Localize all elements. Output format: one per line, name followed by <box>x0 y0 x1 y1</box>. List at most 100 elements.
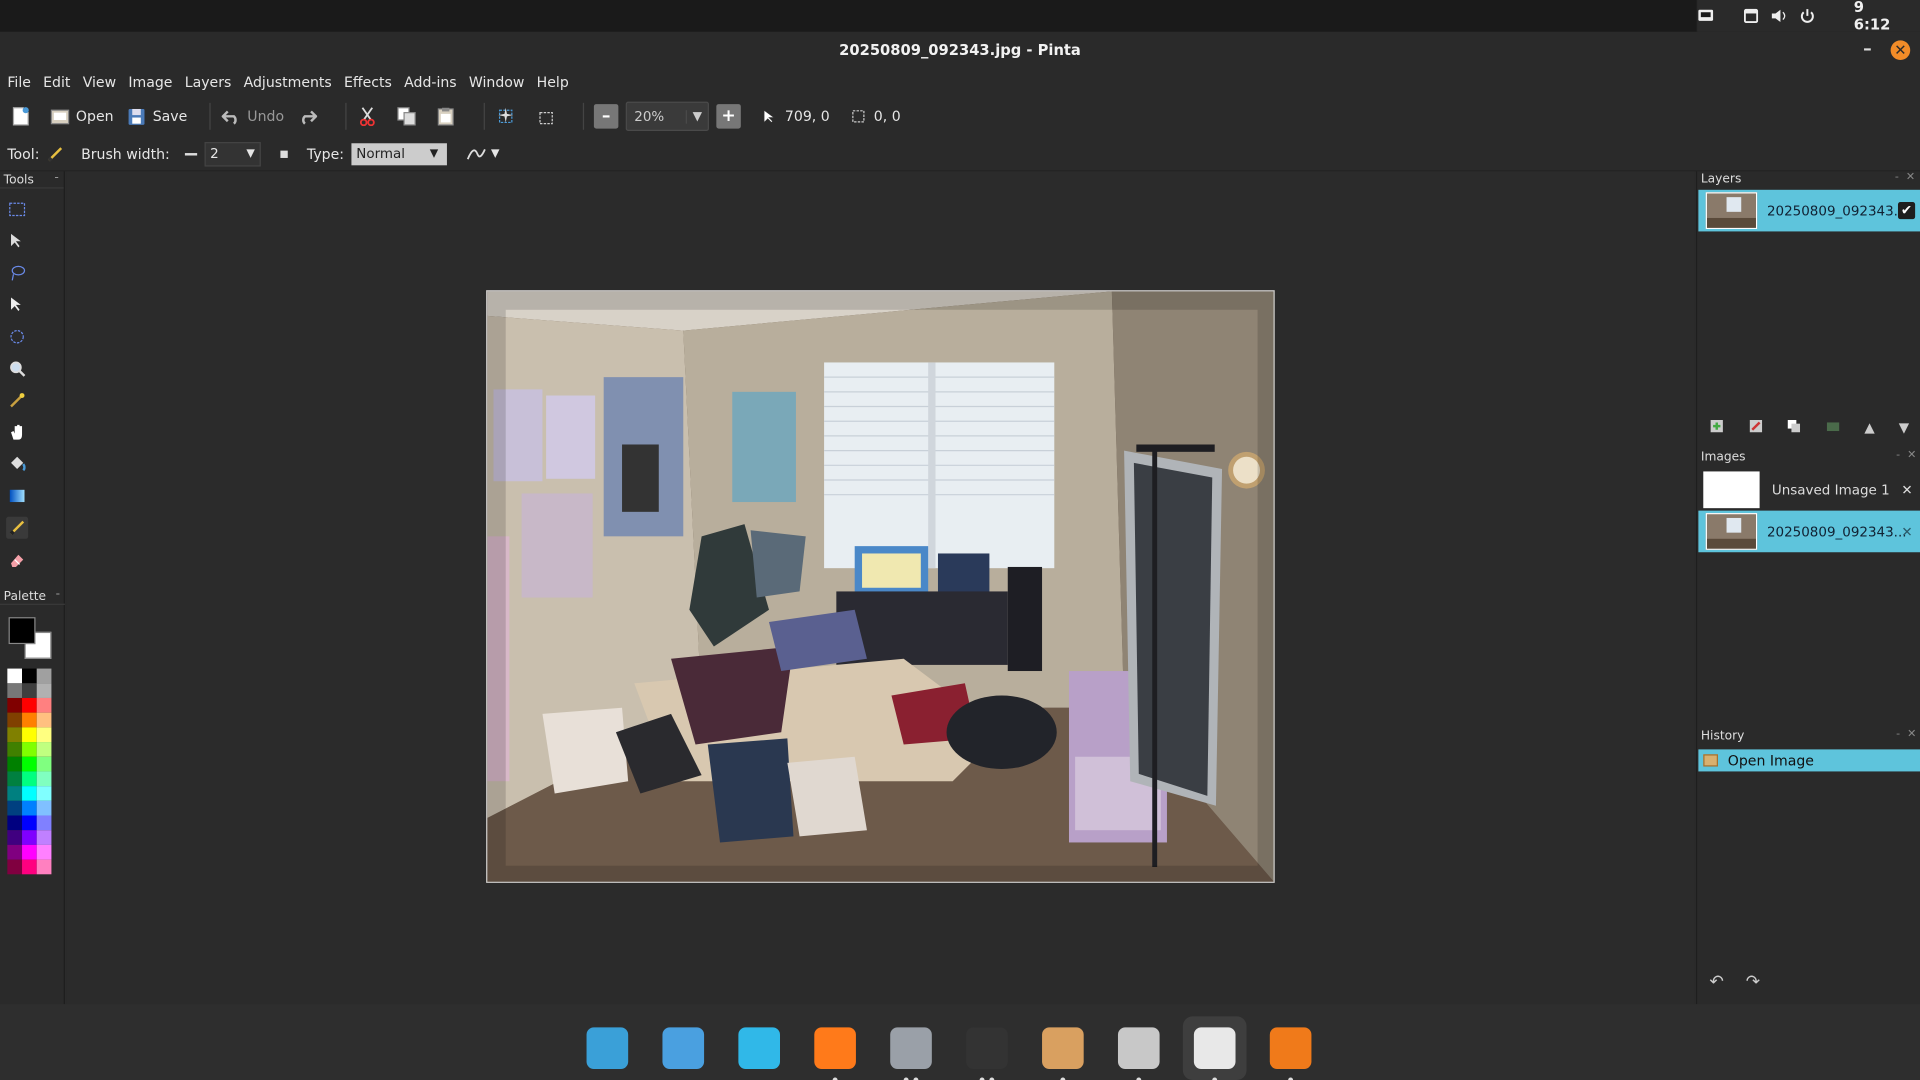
brush-width-increase-icon[interactable] <box>279 150 288 158</box>
palette-swatch[interactable] <box>7 786 23 801</box>
palette-swatch[interactable] <box>7 756 23 772</box>
palette-swatch[interactable] <box>36 683 52 698</box>
palette-swatch[interactable] <box>7 844 23 860</box>
brush-width-decrease-icon[interactable] <box>184 152 197 155</box>
zoom-value[interactable]: 20% <box>627 108 686 124</box>
palette-swatch[interactable] <box>22 859 37 875</box>
dock-item-sublime-text[interactable] <box>1259 1016 1323 1080</box>
palette-swatch[interactable] <box>36 727 52 743</box>
zoom-combo[interactable]: 20% ▼ <box>625 101 709 132</box>
palette-swatch[interactable] <box>36 697 52 713</box>
menu-layers[interactable]: Layers <box>185 73 232 90</box>
zoom-in-button[interactable]: + <box>716 104 741 129</box>
dock-item-settings[interactable] <box>1107 1016 1171 1080</box>
image-canvas[interactable] <box>486 290 1275 883</box>
palette-swatch[interactable] <box>22 668 37 684</box>
dock-item-firefox[interactable] <box>803 1016 867 1080</box>
move-layer-down-icon[interactable]: ▼ <box>1899 419 1909 435</box>
minimize-icon[interactable]: – <box>1859 40 1876 57</box>
eraser-tool-icon[interactable] <box>6 549 28 571</box>
move-selection-tool-icon[interactable] <box>6 294 28 316</box>
palette-swatch[interactable] <box>22 683 37 698</box>
palette-swatch[interactable] <box>7 800 23 816</box>
menu-view[interactable]: View <box>83 73 116 90</box>
palette-swatch[interactable] <box>36 844 52 860</box>
chevron-down-icon[interactable]: ▼ <box>685 109 708 124</box>
new-button[interactable] <box>10 105 37 127</box>
close-image-icon[interactable]: ✕ <box>1901 523 1912 539</box>
gradient-tool-icon[interactable] <box>6 485 28 507</box>
palette-swatch[interactable] <box>36 712 52 728</box>
magic-wand-tool-icon[interactable] <box>6 389 28 411</box>
primary-color-swatch[interactable] <box>8 617 36 645</box>
history-redo-icon[interactable]: ↷ <box>1746 972 1760 992</box>
paste-button[interactable] <box>435 105 462 127</box>
cut-button[interactable] <box>356 105 383 127</box>
palette-swatch[interactable] <box>7 742 23 757</box>
add-layer-icon[interactable] <box>1709 418 1724 436</box>
menu-edit[interactable]: Edit <box>43 73 70 90</box>
crop-to-selection-button[interactable] <box>495 105 522 127</box>
palette-swatch[interactable] <box>22 771 37 787</box>
antialiasing-icon[interactable]: ▼ <box>466 146 499 161</box>
brush-width-combo[interactable]: 2 ▼ <box>204 141 261 166</box>
menu-effects[interactable]: Effects <box>344 73 392 90</box>
power-icon[interactable] <box>1800 7 1815 24</box>
notification-icon[interactable] <box>1697 7 1714 24</box>
palette-swatch[interactable] <box>22 756 37 772</box>
layer-visibility-checkbox[interactable]: ✔ <box>1897 202 1916 220</box>
dock-item-files-preview-app[interactable] <box>651 1016 715 1080</box>
panel-minimize-icon[interactable]: - <box>56 588 60 601</box>
chevron-down-icon[interactable]: ▼ <box>242 148 259 160</box>
palette-swatch[interactable] <box>36 742 52 757</box>
zoom-tool-icon[interactable] <box>6 358 28 380</box>
paintbrush-icon[interactable] <box>44 143 66 165</box>
dock-item-terminal[interactable] <box>955 1016 1019 1080</box>
menu-adjustments[interactable]: Adjustments <box>244 73 332 90</box>
palette-swatch[interactable] <box>22 800 37 816</box>
palette-swatch[interactable] <box>7 712 23 728</box>
panel-minimize-icon[interactable]: - <box>54 171 58 184</box>
type-dropdown[interactable]: Normal ▼ <box>351 142 447 165</box>
redo-button[interactable] <box>296 105 323 127</box>
history-item[interactable]: Open Image <box>1698 749 1920 772</box>
volume-icon[interactable] <box>1771 7 1788 24</box>
palette-swatch[interactable] <box>36 830 52 845</box>
merge-layer-icon[interactable] <box>1826 418 1841 436</box>
save-button[interactable]: Save <box>126 105 187 127</box>
paintbrush-tool-icon[interactable] <box>6 516 29 539</box>
palette-swatch[interactable] <box>7 683 23 698</box>
close-icon[interactable]: ✕ <box>1890 40 1911 61</box>
palette-swatch[interactable] <box>22 844 37 860</box>
dock-item-search-app[interactable] <box>576 1016 640 1080</box>
palette-swatch[interactable] <box>22 742 37 757</box>
palette-swatch[interactable] <box>22 727 37 743</box>
history-undo-icon[interactable]: ↶ <box>1709 972 1723 992</box>
palette-swatch[interactable] <box>7 859 23 875</box>
panel-controls[interactable]: - ✕ <box>1896 449 1916 461</box>
palette-swatch[interactable] <box>36 668 52 684</box>
menu-add-ins[interactable]: Add-ins <box>404 73 457 90</box>
dock-item-launcher[interactable] <box>1031 1016 1095 1080</box>
menu-image[interactable]: Image <box>128 73 172 90</box>
ellipse-select-tool-icon[interactable] <box>6 326 28 348</box>
palette-swatch[interactable] <box>7 830 23 845</box>
panel-controls[interactable]: - ✕ <box>1895 171 1915 183</box>
palette-swatch[interactable] <box>36 771 52 787</box>
deselect-button[interactable] <box>534 105 561 127</box>
palette-swatch[interactable] <box>22 786 37 801</box>
palette-swatch[interactable] <box>22 830 37 845</box>
canvas-area[interactable] <box>66 171 1695 1005</box>
menu-file[interactable]: File <box>7 73 31 90</box>
palette-swatch[interactable] <box>22 712 37 728</box>
palette-swatch[interactable] <box>7 771 23 787</box>
rectangle-select-tool-icon[interactable] <box>6 198 28 220</box>
copy-button[interactable] <box>396 105 423 127</box>
menu-window[interactable]: Window <box>469 73 525 90</box>
palette-swatch[interactable] <box>7 697 23 713</box>
palette-swatch[interactable] <box>7 727 23 743</box>
dock-item-pinta[interactable] <box>1182 1016 1247 1080</box>
menu-help[interactable]: Help <box>537 73 569 90</box>
move-selected-tool-icon[interactable] <box>6 230 28 252</box>
dock-item-app-grid[interactable] <box>727 1016 791 1080</box>
